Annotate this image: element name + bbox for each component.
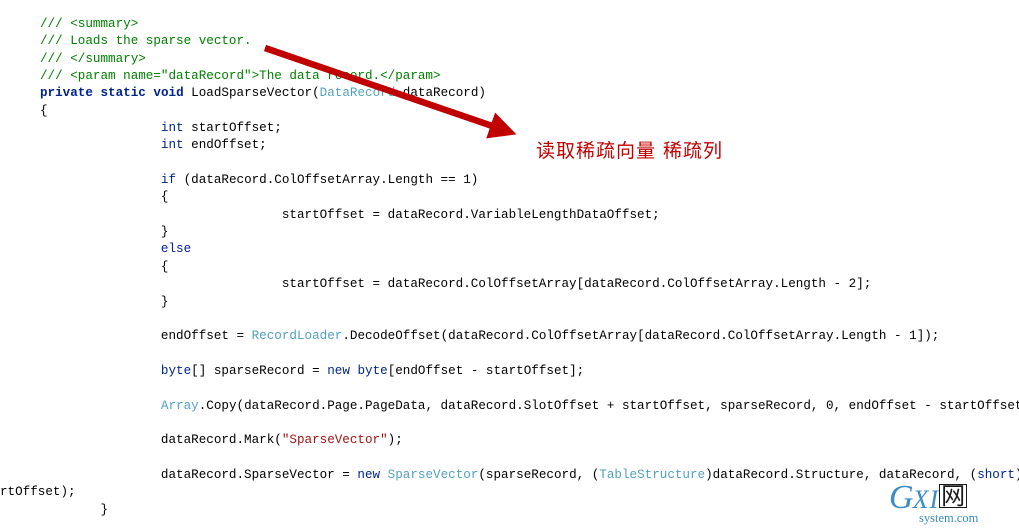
code-line: else <box>0 241 1019 258</box>
code-token-kw2: if <box>40 173 177 188</box>
code-token-plain: .DecodeOffset(dataRecord.ColOffsetArray[… <box>342 329 940 344</box>
code-token-plain: dataRecord) <box>395 86 486 101</box>
annotation-label: 读取稀疏向量 稀疏列 <box>536 140 724 162</box>
code-token-kw: static <box>100 86 146 101</box>
code-line: } <box>0 294 1019 311</box>
code-token-plain: [endOffset - startOffset]; <box>387 363 585 378</box>
watermark-letter-g: G <box>889 479 914 516</box>
code-token-kw2: new <box>327 363 350 378</box>
code-token-plain: .Copy(dataRecord.Page.PageData, dataReco… <box>198 398 1019 413</box>
code-token-plain: { <box>40 103 48 118</box>
code-editor-surface: /// <summary> /// Loads the sparse vector… <box>0 0 1019 531</box>
code-line: if (dataRecord.ColOffsetArray.Length == … <box>0 172 1019 189</box>
code-token-plain: ); <box>387 433 403 448</box>
code-token-kw: private <box>40 86 93 101</box>
code-line: byte[] sparseRecord = new byte[endOffset… <box>0 363 1019 380</box>
code-token-plain: rtOffset); <box>0 485 76 500</box>
code-token-plain: dataRecord.SparseVector = <box>40 467 358 482</box>
code-token-plain: (sparseRecord, ( <box>478 467 600 482</box>
code-line: { <box>0 259 1019 276</box>
code-token-plain: LoadSparseVector( <box>183 86 320 101</box>
code-token-cmt: /// </summary> <box>40 51 146 66</box>
code-line: startOffset = dataRecord.ColOffsetArray[… <box>0 276 1019 293</box>
code-line: private static void LoadSparseVector(Dat… <box>0 85 1019 102</box>
code-line: Array.Copy(dataRecord.Page.PageData, dat… <box>0 398 1019 415</box>
code-line: /// <summary> <box>0 16 1019 33</box>
code-line: dataRecord.Mark("SparseVector"); <box>0 432 1019 449</box>
code-line: } <box>0 502 1019 519</box>
code-token-cmt: /// Loads the sparse vector. <box>40 34 252 49</box>
code-token-cmt: /// <param name="dataRecord">The data re… <box>40 69 441 84</box>
watermark-domain: system.com <box>919 511 979 525</box>
code-token-kw2: else <box>40 242 192 257</box>
code-line: startOffset = dataRecord.VariableLengthD… <box>0 207 1019 224</box>
code-token-plain: [] sparseRecord = <box>191 363 328 378</box>
code-token-kw: void <box>153 86 184 101</box>
code-token-plain: } <box>40 502 109 517</box>
code-token-type: RecordLoader <box>251 329 343 344</box>
code-token-type: DataRecord <box>319 86 396 101</box>
code-token-type: Array <box>40 398 199 413</box>
code-token-plain: startOffset = dataRecord.VariableLengthD… <box>40 207 660 222</box>
code-token-plain: endOffset; <box>183 138 267 153</box>
watermark-logo: GXI网 system.com <box>889 481 1013 529</box>
code-token-plain: startOffset; <box>183 121 282 136</box>
code-line: dataRecord.SparseVector = new SparseVect… <box>0 467 1019 484</box>
watermark-cn-char: 网 <box>939 482 968 510</box>
code-token-plain: (dataRecord.ColOffsetArray.Length == 1) <box>176 173 479 188</box>
code-line: } <box>0 224 1019 241</box>
code-token-plain: { <box>40 190 169 205</box>
code-token-type: TableStructure <box>599 467 706 482</box>
code-token-str: "SparseVector" <box>281 433 388 448</box>
code-token-plain: startOffset = dataRecord.ColOffsetArray[… <box>40 277 872 292</box>
code-token-kw2: new <box>357 467 381 482</box>
code-line: int startOffset; <box>0 120 1019 137</box>
code-line: endOffset = RecordLoader.DecodeOffset(da… <box>0 328 1019 345</box>
watermark-letters-xi: XI <box>912 485 940 514</box>
code-token-plain: } <box>40 294 169 309</box>
code-token-plain: dataRecord.Mark( <box>40 433 282 448</box>
code-line: int endOffset; <box>0 137 1019 154</box>
code-token-type: SparseVector <box>387 467 479 482</box>
code-line: /// </summary> <box>0 51 1019 68</box>
code-token-kw2: byte <box>357 363 388 378</box>
watermark-wordmark: GXI网 <box>889 481 1013 515</box>
code-token-plain: endOffset = <box>40 329 252 344</box>
code-token-kw2: int <box>40 138 184 153</box>
code-token-kw2: byte <box>40 363 192 378</box>
code-line: rtOffset); <box>0 484 1019 501</box>
code-line: /// <param name="dataRecord">The data re… <box>0 68 1019 85</box>
code-token-kw2: short <box>977 467 1015 482</box>
code-token-plain: )dataRecord.Structure, dataRecord, ( <box>705 467 978 482</box>
code-token-plain: )sta <box>1015 468 1019 482</box>
code-line: { <box>0 103 1019 120</box>
code-listing[interactable]: /// <summary> /// Loads the sparse vector… <box>0 16 1019 519</box>
code-token-plain: { <box>40 259 169 274</box>
code-token-plain: } <box>40 225 169 240</box>
code-token-cmt: /// <summary> <box>40 17 139 31</box>
code-line: { <box>0 189 1019 206</box>
code-token-kw2: int <box>40 121 184 136</box>
code-line: /// Loads the sparse vector. <box>0 33 1019 50</box>
